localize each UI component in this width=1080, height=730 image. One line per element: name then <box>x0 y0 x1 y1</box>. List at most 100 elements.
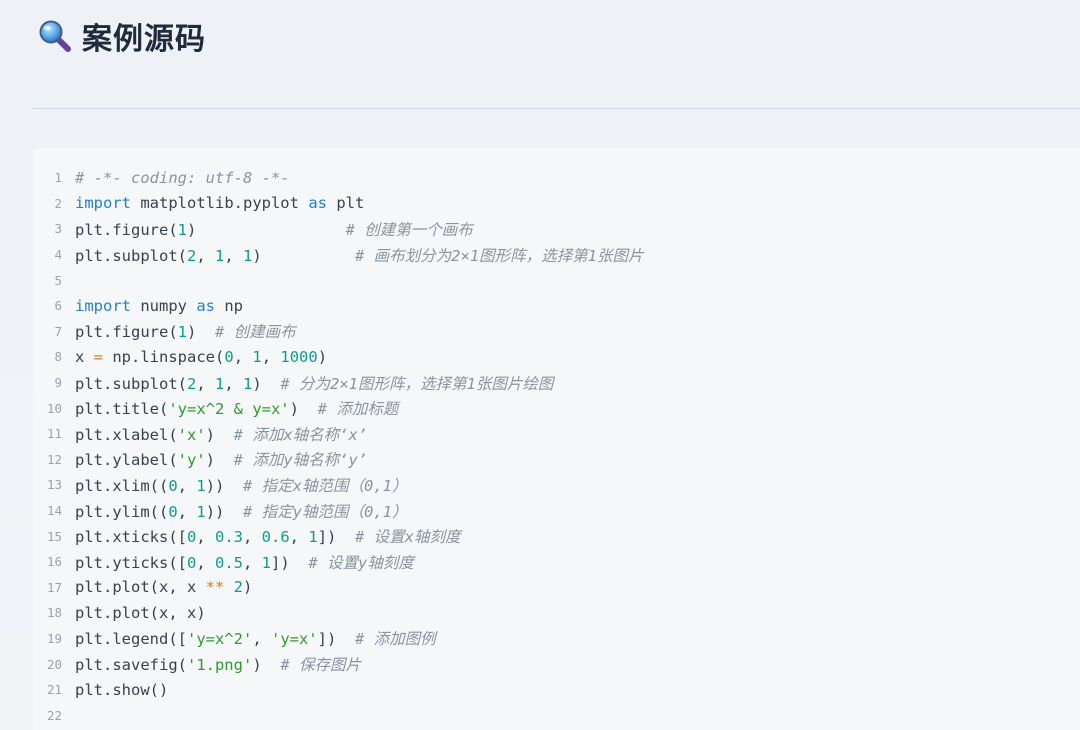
code-token: # 分为2×1图形阵，选择第1张图片绘图 <box>280 374 554 393</box>
code-text: plt.ylim((0, 1)) # 指定y轴范围（0,1） <box>75 500 1080 522</box>
code-token: , <box>224 374 244 393</box>
code-token: ) <box>187 220 346 239</box>
code-text: plt.title('y=x^2 & y=x') # 添加标题 <box>75 397 1080 419</box>
code-token: 'y=x^2' <box>186 630 253 649</box>
code-text: plt.subplot(2, 1, 1) # 分为2×1图形阵，选择第1张图片绘… <box>75 372 1080 394</box>
code-token: plt.xlim(( <box>75 476 169 495</box>
code-token: )) <box>205 476 244 495</box>
code-token: # -*- coding: utf-8 -*- <box>75 168 290 187</box>
code-token: , <box>196 528 215 547</box>
code-token: 1 <box>252 347 262 366</box>
code-text: plt.plot(x, x ** 2) <box>75 578 1080 596</box>
line-number: 8 <box>54 349 62 365</box>
code-token: '1.png' <box>186 656 253 675</box>
code-token: 1 <box>196 476 206 495</box>
code-token: 1 <box>261 553 272 572</box>
code-token: # 添加x轴名称‘x’ <box>233 425 368 444</box>
code-token: 1 <box>177 323 187 342</box>
code-line: 8 x = np.linspace(0, 1, 1000) <box>33 344 1080 370</box>
code-token: , <box>196 553 215 572</box>
code-token: # 创建第一个画布 <box>345 220 473 239</box>
line-number: 20 <box>46 656 62 672</box>
code-block[interactable]: 1 # -*- coding: utf-8 -*- 2 import matplotl… <box>33 148 1080 730</box>
code-token: # 创建画布 <box>215 323 296 342</box>
code-token: , <box>289 528 309 547</box>
code-token: plt <box>326 194 365 213</box>
code-token: import <box>75 194 131 213</box>
code-token: 0.6 <box>261 528 290 547</box>
line-number: 22 <box>46 707 62 723</box>
code-line: 4 plt.subplot(2, 1, 1) # 画布划分为2×1图形阵，选择第1… <box>33 242 1080 268</box>
code-token: # 保存图片 <box>280 656 361 675</box>
code-token: 0.5 <box>215 553 243 572</box>
code-token: x <box>75 347 94 366</box>
code-token: as <box>196 296 215 315</box>
code-token: 0.3 <box>215 528 243 547</box>
code-text: # -*- coding: utf-8 -*- <box>75 169 1080 187</box>
code-token: plt.xticks([ <box>75 528 187 547</box>
code-line: 16 plt.yticks([0, 0.5, 1]) # 设置y轴刻度 <box>33 549 1080 575</box>
code-token: ) <box>187 323 215 342</box>
code-text: plt.ylabel('y') # 添加y轴名称‘y’ <box>75 448 1080 470</box>
line-number: 6 <box>54 298 62 314</box>
code-token: , <box>177 502 197 521</box>
code-token: ) <box>252 656 281 675</box>
code-token: plt.ylabel( <box>75 451 178 470</box>
code-text: plt.xlim((0, 1)) # 指定x轴范围（0,1） <box>75 474 1080 496</box>
code-token: 1 <box>308 528 318 547</box>
code-token: 1 <box>177 220 187 239</box>
divider <box>33 108 1080 109</box>
line-number: 12 <box>46 451 62 467</box>
line-number: 7 <box>54 323 62 339</box>
code-token: 1000 <box>280 347 318 366</box>
code-line: 5 <box>33 267 1080 293</box>
code-text: import matplotlib.pyplot as plt <box>75 194 1080 212</box>
code-text: plt.xticks([0, 0.3, 0.6, 1]) # 设置x轴刻度 <box>75 525 1080 547</box>
code-token: ) <box>252 246 356 265</box>
page-title: 案例源码 <box>82 22 206 57</box>
code-line: 14 plt.ylim((0, 1)) # 指定y轴范围（0,1） <box>33 498 1080 524</box>
code-token: # 设置y轴刻度 <box>308 553 414 572</box>
code-token: matplotlib.pyplot <box>131 194 309 213</box>
code-text: plt.figure(1) # 创建第一个画布 <box>75 218 1080 240</box>
code-token: 0 <box>168 476 178 495</box>
code-token: 1 <box>196 502 206 521</box>
code-token: # 画布划分为2×1图形阵，选择第1张图片 <box>355 246 644 265</box>
code-token: 'y=x^2 & y=x' <box>168 400 290 419</box>
code-token: 1 <box>215 374 225 393</box>
article-page: 案例源码 1 # -*- coding: utf-8 -*- 2 import mat… <box>0 0 1080 730</box>
code-token: 2 <box>233 578 244 597</box>
code-token: 1 <box>215 246 225 265</box>
code-token: plt.show() <box>75 680 169 699</box>
code-token: 2 <box>186 374 197 393</box>
code-token: plt.xlabel( <box>75 425 178 444</box>
code-line: 19 plt.legend(['y=x^2', 'y=x']) # 添加图例 <box>33 626 1080 652</box>
line-number: 18 <box>46 605 62 621</box>
line-number: 14 <box>46 503 62 519</box>
code-token: # 添加y轴名称‘y’ <box>233 451 368 470</box>
code-line: 12 plt.ylabel('y') # 添加y轴名称‘y’ <box>33 447 1080 473</box>
code-token: 0 <box>186 553 197 572</box>
code-line: 9 plt.subplot(2, 1, 1) # 分为2×1图形阵，选择第1张图片… <box>33 370 1080 396</box>
line-number: 11 <box>46 426 62 442</box>
code-line: 20 plt.savefig('1.png') # 保存图片 <box>33 651 1080 677</box>
code-text: plt.plot(x, x) <box>75 604 1080 622</box>
line-number: 19 <box>46 630 62 646</box>
code-token: , <box>252 630 271 649</box>
code-line: 11 plt.xlabel('x') # 添加x轴名称‘x’ <box>33 421 1080 447</box>
code-token: plt.subplot( <box>75 374 187 393</box>
code-token: ) <box>289 400 318 419</box>
code-text: plt.savefig('1.png') # 保存图片 <box>75 653 1080 675</box>
code-line: 17 plt.plot(x, x ** 2) <box>33 575 1080 601</box>
code-token: 'x' <box>177 425 206 444</box>
code-token: , <box>196 374 215 393</box>
line-number: 21 <box>46 682 62 698</box>
code-token: ) <box>252 374 281 393</box>
code-token: ) <box>243 578 253 597</box>
code-token: plt.figure( <box>75 220 178 239</box>
code-line: 10 plt.title('y=x^2 & y=x') # 添加标题 <box>33 395 1080 421</box>
code-line: 18 plt.plot(x, x) <box>33 600 1080 626</box>
code-text: x = np.linspace(0, 1, 1000) <box>75 348 1080 366</box>
code-token: # 指定x轴范围（0,1） <box>243 476 408 495</box>
code-token: plt.figure( <box>75 323 178 342</box>
